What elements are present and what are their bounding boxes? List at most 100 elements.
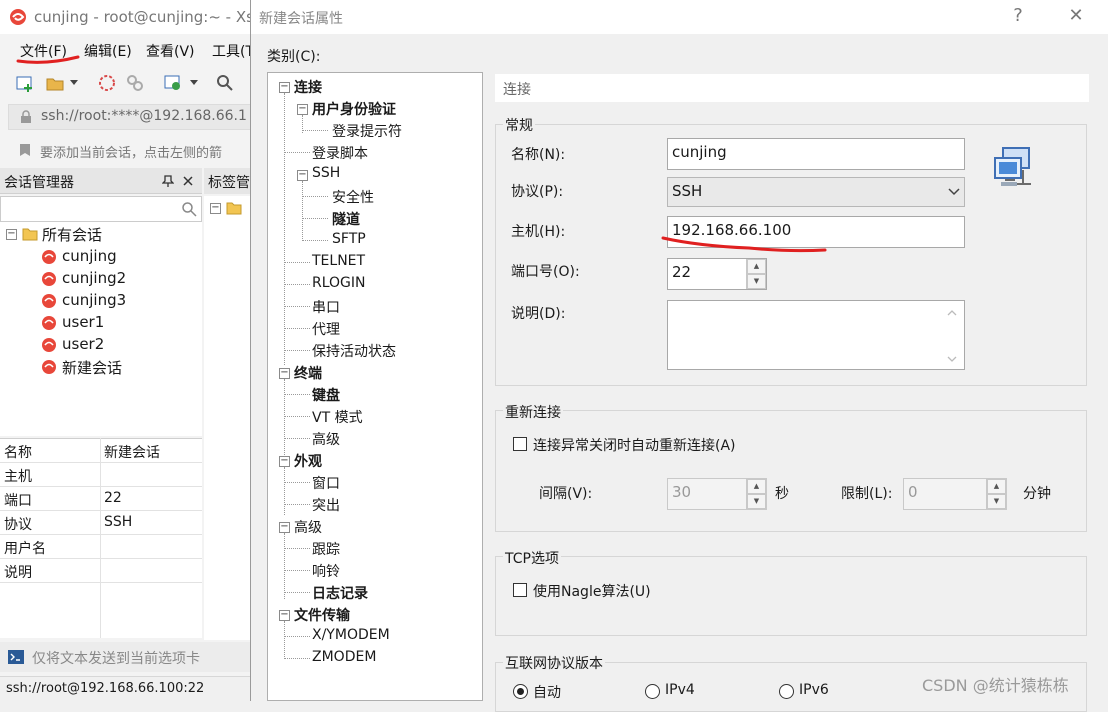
session-icon xyxy=(42,338,56,352)
tree-node-keepalive[interactable]: 保持活动状态 xyxy=(312,341,396,361)
tree-node-file-transfer[interactable]: 文件传输 xyxy=(294,605,350,625)
chevron-down-icon[interactable] xyxy=(190,80,198,86)
session-item[interactable]: 新建会话 xyxy=(62,357,122,378)
close-icon[interactable] xyxy=(182,175,194,187)
tree-node-xymodem[interactable]: X/YMODEM xyxy=(312,627,390,643)
ipv6-radio[interactable] xyxy=(779,684,794,699)
session-hint-text: 要添加当前会话，点击左侧的箭 xyxy=(40,146,223,161)
tree-node-proxy[interactable]: 代理 xyxy=(312,319,340,339)
tree-node-login-script[interactable]: 登录脚本 xyxy=(312,143,368,163)
lock-icon xyxy=(21,110,31,123)
tree-node-advanced[interactable]: 高级 xyxy=(294,517,322,537)
session-item[interactable]: user1 xyxy=(62,313,104,331)
limit-spinner[interactable]: ▲ ▼ xyxy=(986,479,1006,509)
menu-tools[interactable]: 工具(T xyxy=(212,41,254,61)
session-search-input[interactable] xyxy=(0,196,202,222)
reconnect-icon[interactable] xyxy=(98,74,116,92)
nagle-checkbox[interactable] xyxy=(513,583,527,597)
tree-node-terminal-advanced[interactable]: 高级 xyxy=(312,429,340,449)
ipv4-radio[interactable] xyxy=(645,684,660,699)
reconnect-group xyxy=(495,410,1087,532)
session-item[interactable]: user2 xyxy=(62,335,104,353)
general-group-label: 常规 xyxy=(503,115,535,135)
tree-node-auth[interactable]: 用户身份验证 xyxy=(312,99,396,119)
seconds-unit: 秒 xyxy=(775,486,789,502)
collapse-icon[interactable]: − xyxy=(279,522,290,533)
address-bar[interactable]: ssh://root:****@192.168.66.1 xyxy=(8,104,252,130)
xshell-title: cunjing - root@cunjing:~ - Xsl xyxy=(34,8,259,26)
collapse-icon[interactable]: − xyxy=(279,610,290,621)
help-button[interactable]: ? xyxy=(1003,4,1033,28)
tree-node-rlogin[interactable]: RLOGIN xyxy=(312,275,366,291)
tree-node-telnet[interactable]: TELNET xyxy=(312,253,365,269)
session-icon xyxy=(42,360,56,374)
folder-icon xyxy=(22,228,38,241)
send-text-bar[interactable]: 仅将文本发送到当前选项卡 xyxy=(0,642,252,672)
tree-node-connection[interactable]: 连接 xyxy=(294,77,322,97)
tree-node-logging[interactable]: 日志记录 xyxy=(312,583,368,603)
tree-node-appearance[interactable]: 外观 xyxy=(294,451,322,471)
tree-node-tunnel[interactable]: 隧道 xyxy=(332,209,360,229)
close-button[interactable]: ✕ xyxy=(1061,4,1091,28)
session-icon xyxy=(42,250,56,264)
collapse-icon[interactable]: − xyxy=(6,229,17,240)
tree-root-all-sessions[interactable]: 所有会话 xyxy=(42,224,102,245)
tag-manager-pane: − xyxy=(204,196,252,640)
new-session-icon[interactable] xyxy=(16,74,34,92)
tree-node-trace[interactable]: 跟踪 xyxy=(312,539,340,559)
collapse-icon[interactable]: − xyxy=(210,203,221,214)
protocol-label: 协议(P): xyxy=(511,184,564,200)
tree-node-highlight[interactable]: 突出 xyxy=(312,495,340,515)
limit-label: 限制(L): xyxy=(841,486,893,502)
pin-icon[interactable] xyxy=(162,175,174,187)
tree-node-window[interactable]: 窗口 xyxy=(312,473,340,493)
session-properties-table: 名称 新建会话 主机 端口 22 协议 SSH 用户名 说明 xyxy=(0,438,202,638)
collapse-icon[interactable]: − xyxy=(279,368,290,379)
protocol-select[interactable]: SSH xyxy=(667,177,965,207)
tree-node-security[interactable]: 安全性 xyxy=(332,187,374,207)
tree-node-sftp[interactable]: SFTP xyxy=(332,231,366,247)
port-input[interactable]: 22 ▲ ▼ xyxy=(667,258,767,290)
chevron-down-icon xyxy=(948,188,960,196)
session-item[interactable]: cunjing3 xyxy=(62,291,126,309)
settings-icon[interactable] xyxy=(164,74,182,92)
tree-node-serial[interactable]: 串口 xyxy=(312,297,340,317)
search-icon[interactable] xyxy=(181,201,197,217)
menu-edit[interactable]: 编辑(E) xyxy=(84,41,132,61)
tree-node-terminal[interactable]: 终端 xyxy=(294,363,322,383)
tag-manager-title: 标签管 xyxy=(208,175,250,191)
name-input[interactable]: cunjing xyxy=(667,138,965,170)
port-spinner[interactable]: ▲ ▼ xyxy=(746,259,766,289)
tree-node-vt-mode[interactable]: VT 模式 xyxy=(312,407,363,427)
disconnect-icon[interactable] xyxy=(126,74,144,92)
session-item[interactable]: cunjing2 xyxy=(62,269,126,287)
search-icon[interactable] xyxy=(216,74,234,92)
ip-auto-radio[interactable] xyxy=(513,684,528,699)
port-value: 22 xyxy=(672,263,692,281)
session-item[interactable]: cunjing xyxy=(62,247,117,265)
tree-node-ssh[interactable]: SSH xyxy=(312,165,340,181)
menu-view[interactable]: 查看(V) xyxy=(146,41,195,61)
interval-input[interactable]: 30 ▲ ▼ xyxy=(667,478,767,510)
tree-node-login-prompt[interactable]: 登录提示符 xyxy=(332,121,402,141)
tree-node-zmodem[interactable]: ZMODEM xyxy=(312,649,376,665)
dialog-title-bar: 新建会话属性 ? ✕ xyxy=(251,0,1108,34)
tree-node-bell[interactable]: 响铃 xyxy=(312,561,340,581)
collapse-icon[interactable]: − xyxy=(279,82,290,93)
collapse-icon[interactable]: − xyxy=(297,170,308,181)
tree-node-keyboard[interactable]: 键盘 xyxy=(312,385,340,405)
chevron-down-icon[interactable] xyxy=(70,80,78,86)
collapse-icon[interactable]: − xyxy=(279,456,290,467)
open-folder-icon[interactable] xyxy=(46,74,64,92)
toolbar xyxy=(0,66,252,100)
scrollbar[interactable] xyxy=(946,307,958,365)
interval-spinner[interactable]: ▲ ▼ xyxy=(746,479,766,509)
collapse-icon[interactable]: − xyxy=(297,104,308,115)
session-icon xyxy=(42,294,56,308)
nagle-label: 使用Nagle算法(U) xyxy=(533,584,651,600)
auto-reconnect-checkbox[interactable] xyxy=(513,437,527,451)
section-title: 连接 xyxy=(503,82,531,98)
description-textarea[interactable] xyxy=(667,300,965,370)
description-label: 说明(D): xyxy=(511,306,566,322)
limit-input[interactable]: 0 ▲ ▼ xyxy=(903,478,1007,510)
